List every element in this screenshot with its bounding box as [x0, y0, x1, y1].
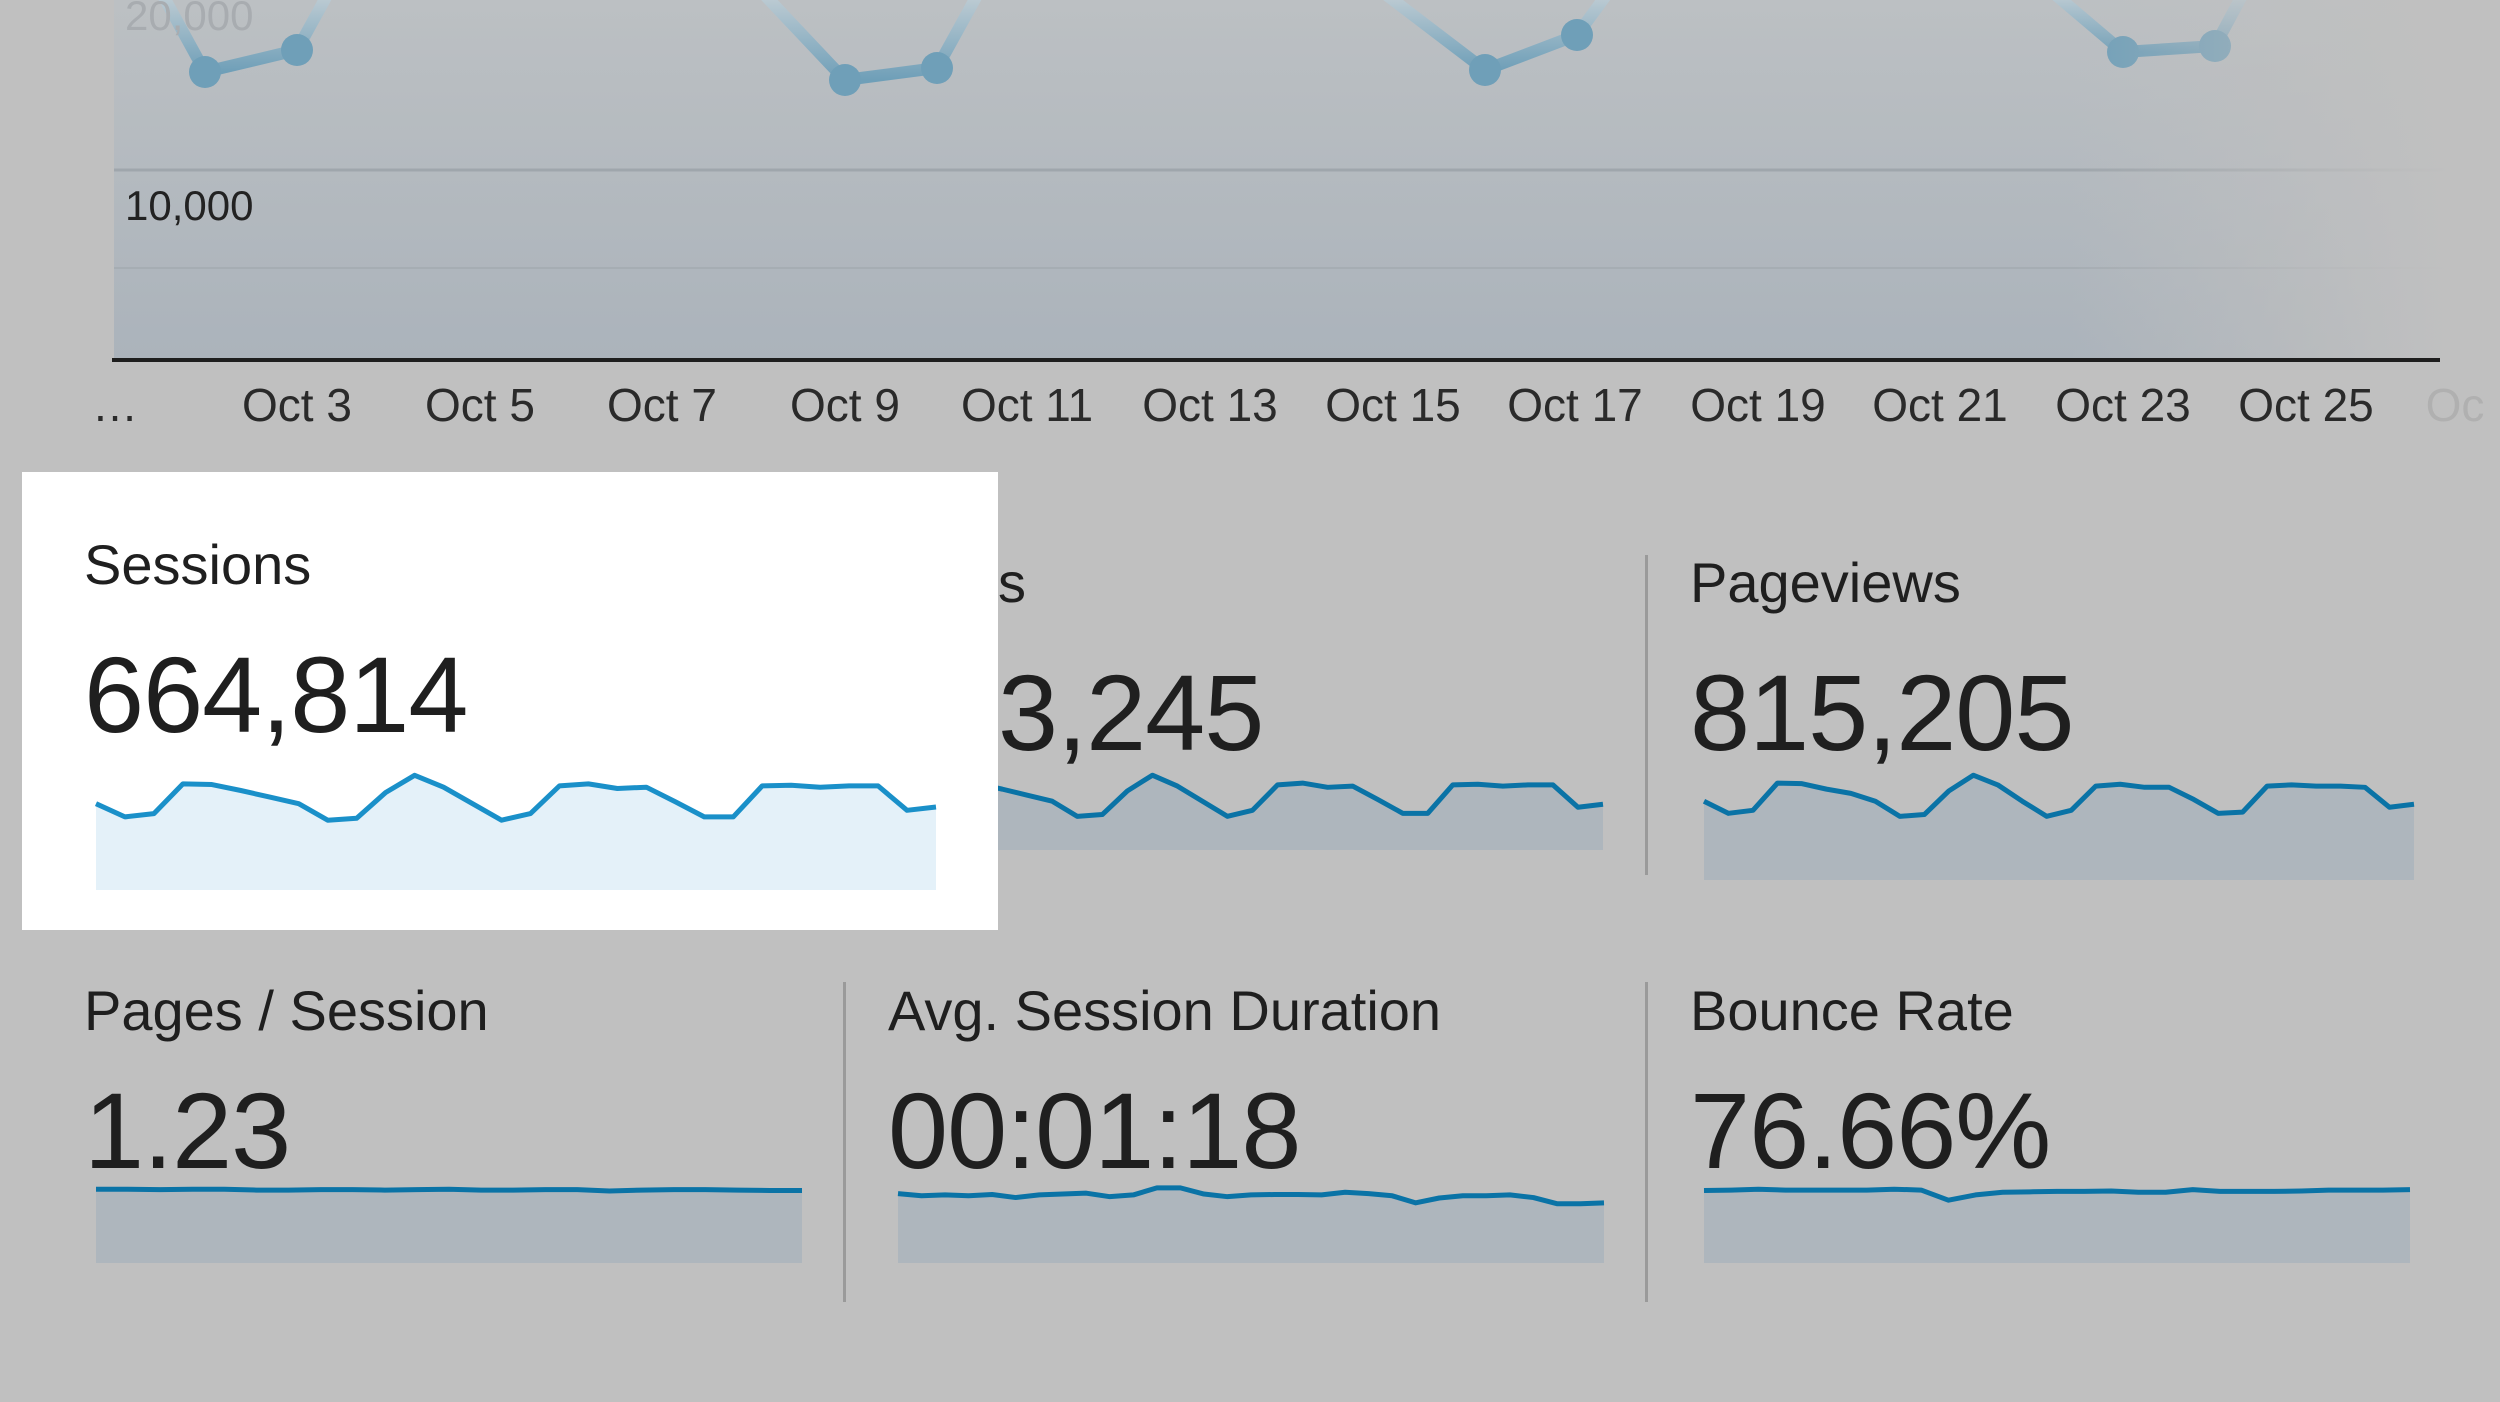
metric-label: s: [998, 551, 1026, 614]
x-tick-label: Oct 25: [2238, 379, 2374, 431]
x-tick-label: Oct 21: [1872, 379, 2008, 431]
y-tick-20000: 20,000: [125, 0, 254, 39]
x-tick-label: Oct 11: [960, 379, 1094, 431]
metric-label: Avg. Session Duration: [888, 979, 1442, 1042]
x-tick-label: …: [92, 379, 138, 431]
metric-value: 3,245: [998, 652, 1264, 773]
x-tick-label: Oct 23: [2055, 379, 2191, 431]
sessions-over-time-chart: [112, 0, 2500, 440]
divider: [1645, 555, 1648, 875]
sparkline-line: [96, 1186, 802, 1194]
sparkline-area: [1704, 1189, 2410, 1263]
metric-label: Sessions: [84, 533, 312, 596]
sparkline-area: [96, 775, 936, 890]
x-tick-label: Oct 13: [1142, 379, 1278, 431]
metric-label: Bounce Rate: [1690, 979, 2014, 1042]
pageviews-sparkline: [1702, 772, 2415, 880]
metric-value: 1.23: [84, 1070, 291, 1191]
divider: [1645, 982, 1648, 1302]
bounce-rate-sparkline: [1703, 1186, 2411, 1263]
sparkline-area: [898, 1187, 1604, 1263]
x-tick-label: Oct 7: [607, 379, 717, 431]
sparkline-area: [1704, 775, 2414, 880]
metric-label: Pages / Session: [84, 979, 489, 1042]
x-tick-label: Oct 9: [790, 379, 900, 431]
x-tick-label: Oct 17: [1507, 379, 1643, 431]
sessions-sparkline: [94, 772, 937, 890]
x-tick-label: Oc: [2425, 379, 2485, 431]
divider: [843, 982, 846, 1302]
avg-session-duration-sparkline: [897, 1185, 1605, 1263]
pages-per-session-sparkline: [96, 1186, 802, 1263]
metric-value: 76.66%: [1690, 1070, 2051, 1191]
x-tick-label: Oct 19: [1690, 379, 1826, 431]
metric-value: 664,814: [84, 634, 468, 755]
x-tick-label: Oct 15: [1325, 379, 1461, 431]
sparkline-area: [96, 1189, 802, 1263]
y-tick-10000: 10,000: [125, 182, 254, 229]
metric-label: Pageviews: [1690, 551, 1961, 614]
x-tick-label: Oct 5: [425, 379, 535, 431]
metric-value: 00:01:18: [888, 1070, 1301, 1191]
metric-value: 815,205: [1690, 652, 2074, 773]
users-sparkline: [998, 772, 1604, 850]
metric-card-users[interactable]: s 3,245: [998, 550, 1618, 850]
x-tick-label: Oct 3: [242, 379, 352, 431]
